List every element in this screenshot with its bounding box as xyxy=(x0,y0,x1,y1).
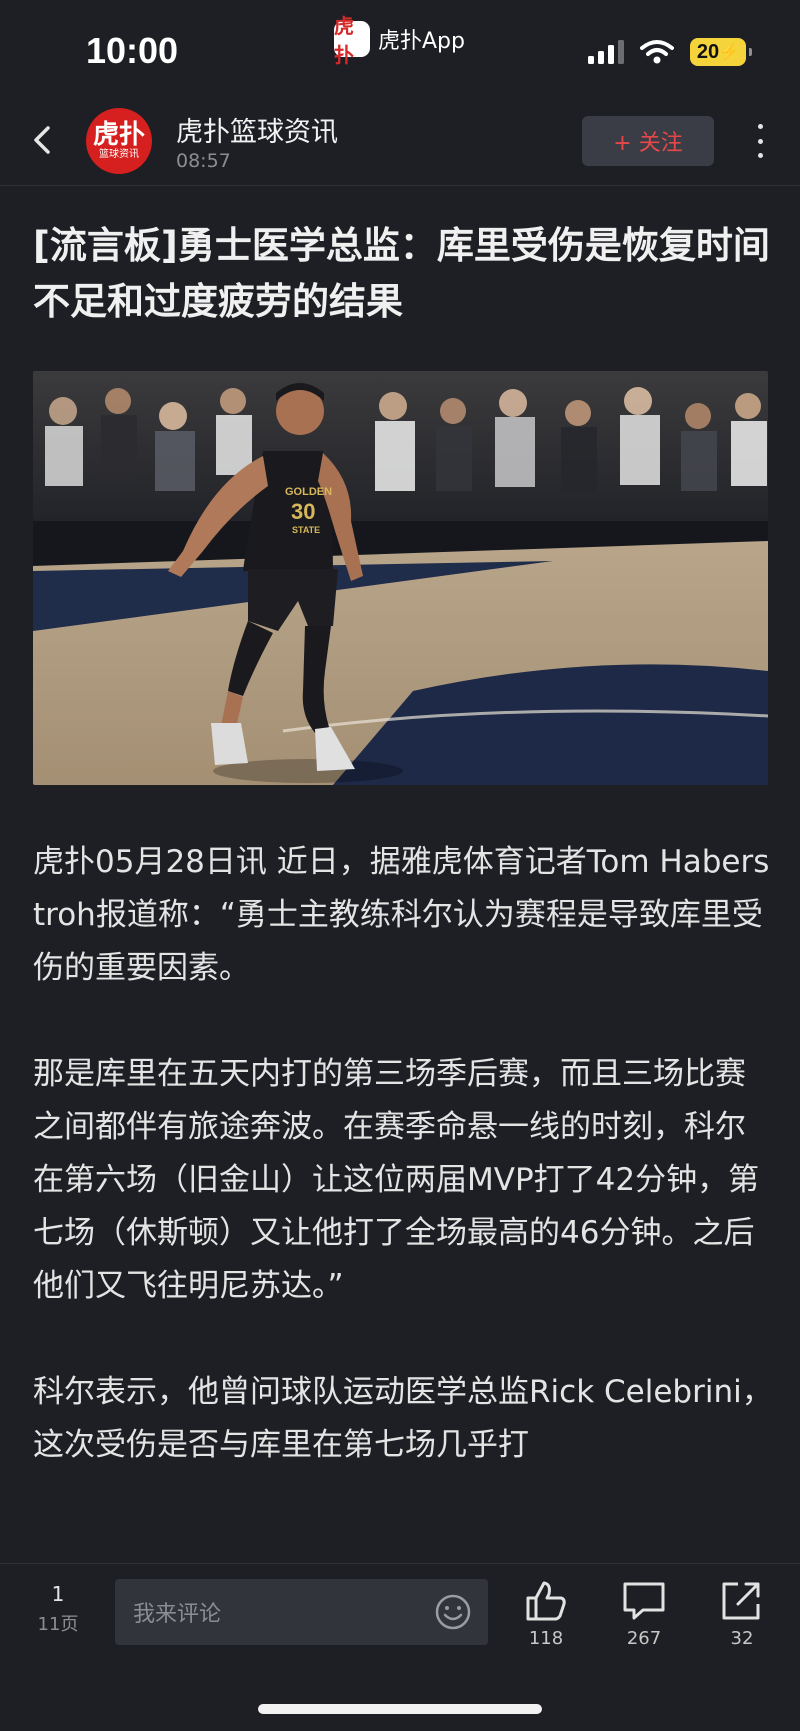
jersey-team-line1: GOLDEN xyxy=(285,486,332,498)
status-bar: 10:00 虎扑 虎扑App 20 ⚡ xyxy=(0,0,800,96)
article-paragraph: 虎扑05月28日讯 近日，据雅虎体育记者Tom Haberstroh报道称：“勇… xyxy=(33,844,770,986)
status-app-name: 虎扑App xyxy=(378,29,465,54)
article-body: 虎扑05月28日讯 近日，据雅虎体育记者Tom Haberstroh报道称：“勇… xyxy=(33,836,773,1560)
share-button[interactable]: 32 xyxy=(707,1580,777,1649)
avatar[interactable]: 虎扑 篮球资讯 xyxy=(86,108,152,174)
jersey-team-line2: STATE xyxy=(292,525,320,535)
comment-count: 267 xyxy=(626,1628,662,1649)
charging-icon: ⚡ xyxy=(719,44,740,61)
status-icons: 20 ⚡ xyxy=(572,38,752,66)
avatar-logo-text: 虎扑 xyxy=(92,120,145,150)
article-paragraph: 那是库里在五天内打的第三场季后赛，而且三场比赛之间都伴有旅途奔波。在赛季命悬一线… xyxy=(33,1056,760,1304)
like-count: 118 xyxy=(528,1628,564,1649)
account-name[interactable]: 虎扑篮球资讯 xyxy=(176,110,338,149)
comment-button[interactable]: 267 xyxy=(609,1580,679,1649)
share-arrow-icon xyxy=(722,1582,760,1620)
wifi-icon xyxy=(640,40,674,64)
back-button[interactable] xyxy=(26,120,62,160)
article-paragraph: 科尔表示，他曾问球队运动医学总监Rick Celebrini，这次受伤是否与库里… xyxy=(33,1374,773,1463)
avatar-sub-text: 篮球资讯 xyxy=(99,149,139,160)
more-button[interactable] xyxy=(750,124,770,158)
status-time: 10:00 xyxy=(86,30,179,71)
battery-level: 20 xyxy=(696,40,720,63)
home-indicator[interactable] xyxy=(258,1704,542,1714)
thumbs-up-icon xyxy=(526,1581,566,1621)
follow-button[interactable]: + 关注 xyxy=(582,116,714,166)
more-vertical-icon xyxy=(757,124,763,129)
emoji-smile-icon[interactable] xyxy=(434,1593,472,1631)
signal-icon xyxy=(588,40,624,64)
like-button[interactable]: 118 xyxy=(511,1580,581,1649)
bottom-action-bar: 1 11页 我来评论 118 267 32 xyxy=(0,1563,800,1731)
top-nav: 虎扑 篮球资讯 虎扑篮球资讯 08:57 + 关注 xyxy=(0,96,800,186)
jersey-number: 30 xyxy=(291,499,315,524)
app-logo-icon: 虎扑 xyxy=(334,14,370,67)
comment-input[interactable]: 我来评论 xyxy=(115,1579,488,1645)
back-chevron-icon xyxy=(34,126,50,154)
status-app-indicator: 虎扑 虎扑App xyxy=(334,14,465,67)
battery-indicator: 20 ⚡ xyxy=(690,38,752,66)
basketball-player-photo: GOLDEN 30 STATE xyxy=(33,371,768,785)
article-image[interactable]: GOLDEN 30 STATE xyxy=(33,371,768,785)
page-current: 1 xyxy=(51,1582,65,1606)
comment-placeholder: 我来评论 xyxy=(133,1602,222,1627)
comment-bubble-icon xyxy=(623,1582,665,1620)
page-total: 11页 xyxy=(37,1614,79,1635)
page-indicator[interactable]: 1 11页 xyxy=(30,1582,86,1636)
article-title: [流言板]勇士医学总监：库里受伤是恢复时间不足和过度疲劳的结果 xyxy=(33,224,770,323)
share-count: 32 xyxy=(730,1628,754,1649)
post-time: 08:57 xyxy=(176,150,231,172)
